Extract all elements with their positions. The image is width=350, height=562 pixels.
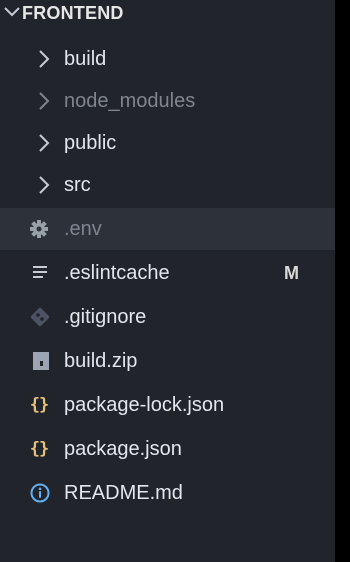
zip-icon xyxy=(33,352,49,370)
modified-badge: M xyxy=(284,263,299,283)
info-icon xyxy=(30,483,50,503)
tree-item-label: package.json xyxy=(64,438,182,460)
tree-item-node-modules[interactable]: node_modules xyxy=(0,80,335,122)
tree-item-eslintcache[interactable]: .eslintcache M xyxy=(0,252,335,294)
tree-item-label: node_modules xyxy=(64,90,196,112)
tree-item-public[interactable]: public xyxy=(0,122,335,164)
chevron-right-icon xyxy=(39,50,50,68)
json-braces-icon: {} xyxy=(29,395,49,415)
tree-item-build[interactable]: build xyxy=(0,38,335,80)
tree-item-build-zip[interactable]: build.zip xyxy=(0,340,335,382)
tree-item-gitignore[interactable]: .gitignore xyxy=(0,296,335,338)
gear-icon xyxy=(30,220,48,238)
tree-item-label: build xyxy=(64,48,107,70)
chevron-right-icon xyxy=(39,176,50,194)
tree-item-label: package-lock.json xyxy=(64,394,225,416)
tree-item-label: .gitignore xyxy=(64,306,147,328)
chevron-down-icon[interactable] xyxy=(2,2,22,22)
tree-item-readme-md[interactable]: README.md xyxy=(0,472,335,514)
json-braces-icon: {} xyxy=(29,439,49,459)
tree-item-package-lock-json[interactable]: {} package-lock.json xyxy=(0,384,335,426)
git-icon xyxy=(30,307,50,327)
tree-item-src[interactable]: src xyxy=(0,164,335,206)
section-title: FRONTEND xyxy=(22,3,124,23)
tree-item-label: README.md xyxy=(64,482,183,504)
lines-icon xyxy=(33,266,47,278)
chevron-right-icon xyxy=(39,92,50,110)
tree-item-label: .eslintcache xyxy=(64,262,170,284)
file-explorer: FRONTEND build node_modules public src .… xyxy=(0,0,335,562)
tree-item-label: src xyxy=(64,174,91,196)
tree-item-label: .env xyxy=(64,218,102,240)
tree-item-package-json[interactable]: {} package.json xyxy=(0,428,335,470)
explorer-section-header[interactable]: FRONTEND xyxy=(0,0,335,32)
chevron-right-icon xyxy=(39,134,50,152)
tree-item-env[interactable]: .env xyxy=(0,208,335,250)
tree-item-label: public xyxy=(64,132,117,154)
tree-item-label: build.zip xyxy=(64,350,138,372)
